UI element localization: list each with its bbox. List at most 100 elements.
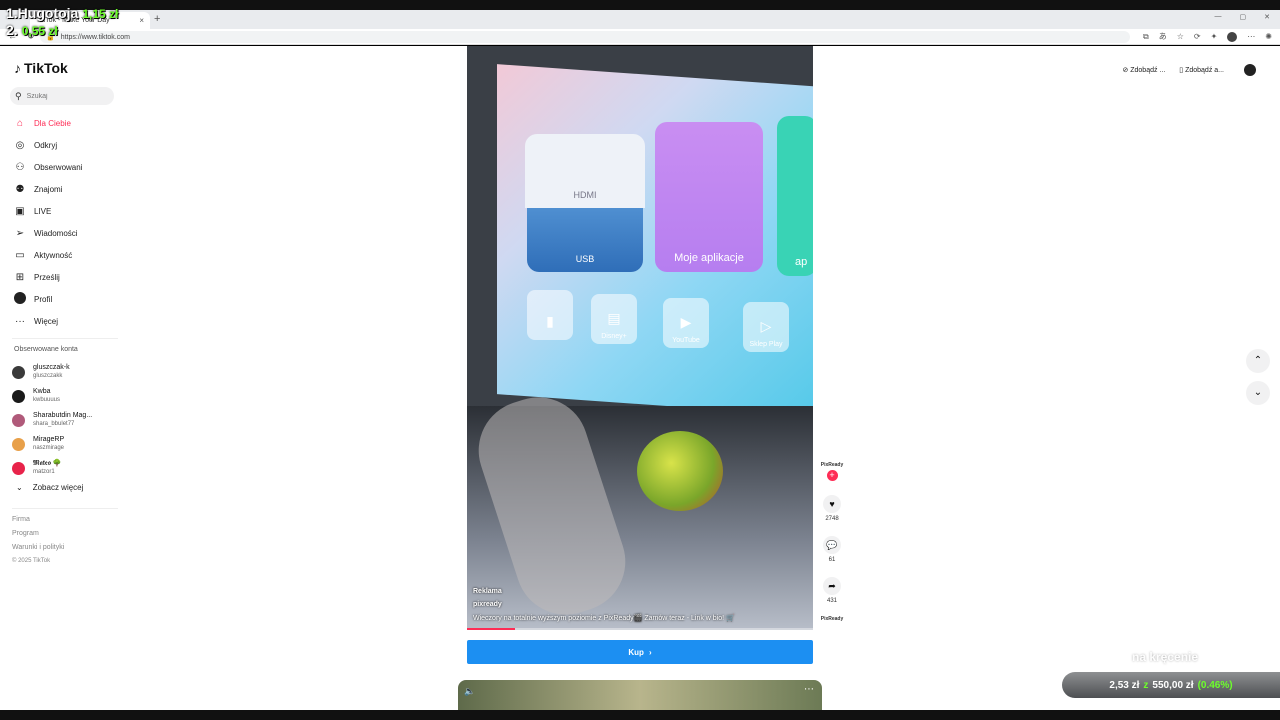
refresh-icon[interactable]: ⟳ <box>1194 32 1201 41</box>
follow-plus-icon[interactable]: + <box>826 470 838 481</box>
donor-2-label: 2. <box>6 22 18 38</box>
url-bar[interactable]: 🔒 https://www.tiktok.com <box>40 31 1130 43</box>
see-more-button[interactable]: ⌄ Zobacz więcej <box>16 483 83 492</box>
sidebar-item-2[interactable]: ◎ Odkryj <box>12 134 82 156</box>
ad-label: Reklama <box>473 588 502 595</box>
copilot-icon[interactable]: ✺ <box>1265 32 1272 41</box>
followed-account[interactable]: Kwba kwbuuuus <box>12 384 92 408</box>
app-glyph-icon: ▶ <box>680 314 692 330</box>
sidebar-item-label: Więcej <box>34 316 59 326</box>
scroll-up-button[interactable]: ⌃ <box>1246 349 1270 373</box>
sidebar-item-5[interactable]: ▣ LIVE <box>12 200 82 222</box>
bottom-strip <box>0 710 1280 720</box>
sidebar-item-label: Profil <box>34 294 53 304</box>
account-handle: naszmirage <box>33 445 65 451</box>
get-coins-label: Zdobądź ... <box>1130 67 1166 74</box>
app-icon-label: Disney+ <box>601 333 627 340</box>
comment-count: 61 <box>828 557 836 563</box>
chevron-down-icon: ⌄ <box>16 483 23 492</box>
app-icon-tile: ▤ Disney+ <box>591 294 637 344</box>
tiktok-logo[interactable]: ♪ TikTok <box>14 60 68 76</box>
sidebar-item-label: Odkryj <box>34 140 58 150</box>
sidebar-item-9[interactable]: Profil <box>12 288 82 310</box>
friends-icon: ⚉ <box>15 183 25 195</box>
sidebar: ♪ TikTok ⚲ ⌂ Dla Ciebie ◎ Odkryj ⚇ Obserwowan… <box>0 46 125 710</box>
browser-avatar[interactable] <box>1227 31 1238 42</box>
sidebar-item-7[interactable]: ▭ Aktywność <box>12 244 82 266</box>
apps-tile: Moje aplikacje <box>655 122 763 272</box>
avatar <box>12 413 25 427</box>
minimize-icon[interactable]: — <box>1215 13 1222 21</box>
account-handle: shara_bbulet77 <box>33 421 75 427</box>
app-glyph-icon: ▷ <box>760 318 772 334</box>
more-options-icon[interactable]: ⋯ <box>804 684 814 695</box>
buy-label: Kup <box>628 647 644 657</box>
home-icon: ⌂ <box>16 117 24 129</box>
video-progress[interactable] <box>467 628 813 630</box>
scroll-down-button[interactable]: ⌄ <box>1246 381 1270 405</box>
followed-account[interactable]: MirageRP naszmirage <box>12 432 92 456</box>
star-icon[interactable]: ☆ <box>1177 32 1184 41</box>
followed-account[interactable]: 𝕸𝖆𝖙𝖊𝖔 🌳 matzor1 <box>12 456 92 480</box>
heart-icon[interactable]: ♥ <box>823 495 841 513</box>
sidebar-item-10[interactable]: ··· Więcej <box>12 310 82 332</box>
video-progress-fill <box>467 628 516 630</box>
menu-icon[interactable]: ⋯ <box>1247 32 1255 41</box>
compass-icon: ◎ <box>15 139 25 151</box>
account-name: 𝕸𝖆𝖙𝖊𝖔 🌳 <box>33 460 62 467</box>
account-names: 𝕸𝖆𝖙𝖊𝖔 🌳 matzor1 <box>33 459 62 477</box>
sidebar-item-label: Aktywność <box>34 250 73 260</box>
sidebar-item-1[interactable]: ⌂ Dla Ciebie <box>12 112 82 134</box>
followed-account[interactable]: Sharabutdin Mag... shara_bbulet77 <box>12 408 92 432</box>
share-icon[interactable]: ➦ <box>823 577 841 595</box>
browser-addressbar: ← ↻ 🔒 https://www.tiktok.com ⧉ あ ☆ ⟳ ✦ ⋯… <box>0 29 1280 45</box>
music-brand[interactable]: PixReady <box>821 616 844 622</box>
sidebar-item-label: Znajomi <box>34 184 63 194</box>
comment-icon[interactable]: 💬 <box>823 536 841 554</box>
next-video-preview[interactable]: 🔈 ⋯ <box>458 680 822 710</box>
donation-current: 2,53 zł <box>1109 679 1140 691</box>
account-name: Kwba <box>33 388 51 395</box>
footer-link[interactable]: Firma <box>12 516 64 530</box>
search-box[interactable]: ⚲ <box>10 87 114 105</box>
search-icon: ⚲ <box>15 90 22 101</box>
app-icon-tile: ▮ <box>527 290 573 340</box>
maximize-icon[interactable]: ▢ <box>1240 13 1247 21</box>
like-count: 2748 <box>825 516 839 522</box>
sidebar-item-4[interactable]: ⚉ Znajomi <box>12 178 82 200</box>
footer-link[interactable]: Warunki i polityki <box>12 544 64 558</box>
video-caption: Reklama pixready Wieczory na totalnie wy… <box>473 588 735 622</box>
get-coins-button[interactable]: ⊘ Zdobądź ... <box>1122 66 1165 74</box>
translate-icon[interactable]: あ <box>1159 31 1167 42</box>
video-player[interactable]: HDMI USB Moje aplikacje ap ▮ ▤ Disney+ ▶ You… <box>467 46 813 630</box>
app-icon-label: Sklep Play <box>749 341 783 348</box>
sidebar-item-6[interactable]: ➢ Wiadomości <box>12 222 82 244</box>
account-names: gluszczak-k gluszczakk <box>33 363 70 381</box>
upload-icon: ⊞ <box>15 271 25 283</box>
sidebar-item-3[interactable]: ⚇ Obserwowani <box>12 156 83 178</box>
account-handle: kwbuuuus <box>33 397 61 403</box>
creator-brand[interactable]: PixReady <box>821 462 844 468</box>
followed-title: Obserwowane konta <box>14 346 78 353</box>
close-window-icon[interactable]: ✕ <box>1264 13 1270 21</box>
footer-link[interactable]: Program <box>12 530 64 544</box>
extensions-icon[interactable]: ✦ <box>1211 32 1218 41</box>
tab-close-icon[interactable]: × <box>139 16 144 25</box>
avatar <box>12 461 25 475</box>
account-names: Kwba kwbuuuus <box>33 387 60 405</box>
buy-button[interactable]: Kup › <box>467 640 813 664</box>
user-avatar[interactable] <box>1244 64 1256 76</box>
header-actions: ⊘ Zdobądź ... ▯ Zdobądź a... <box>1122 64 1256 76</box>
account-handle: matzor1 <box>33 469 55 475</box>
video-username[interactable]: pixready <box>473 601 735 608</box>
address-actions: ⧉ あ ☆ ⟳ ✦ ⋯ ✺ <box>1143 31 1272 42</box>
search-input[interactable] <box>26 92 102 100</box>
get-app-button[interactable]: ▯ Zdobądź a... <box>1179 66 1224 74</box>
external-icon[interactable]: ⧉ <box>1143 32 1149 42</box>
volume-icon[interactable]: 🔈 <box>464 686 475 697</box>
account-handle: gluszczakk <box>33 373 63 379</box>
new-tab-button[interactable]: + <box>154 13 160 25</box>
followed-account[interactable]: gluszczak-k gluszczakk <box>12 360 92 384</box>
sidebar-item-8[interactable]: ⊞ Prześlij <box>12 266 82 288</box>
browser-tabbar: TikTok - Make Your Day × + — ▢ ✕ <box>0 10 1280 29</box>
